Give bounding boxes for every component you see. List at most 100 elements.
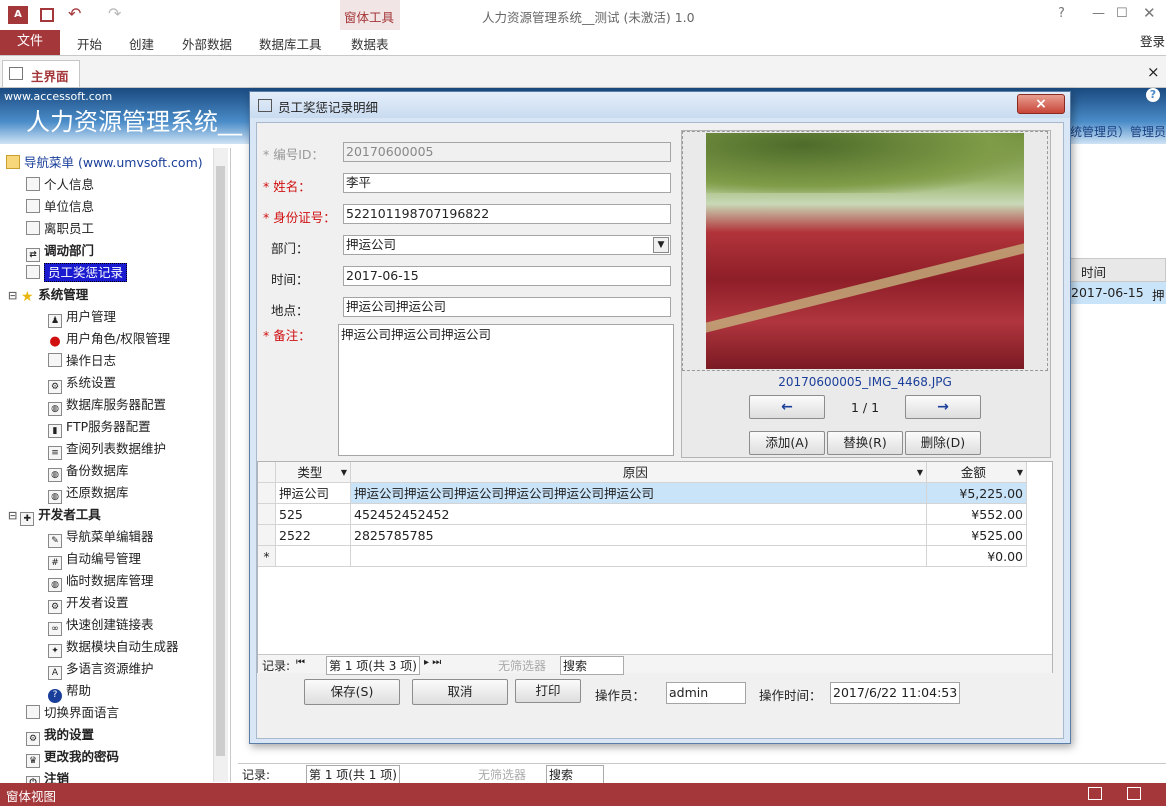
tab-datasheet[interactable]: 数据表 bbox=[351, 34, 389, 53]
close-window-button[interactable]: ✕ bbox=[1143, 4, 1156, 22]
add-image-button[interactable]: 添加(A) bbox=[749, 431, 825, 455]
delete-image-button[interactable]: 删除(D) bbox=[905, 431, 981, 455]
grid-no-filter[interactable]: 无筛选器 bbox=[498, 657, 546, 674]
row-selector[interactable] bbox=[258, 504, 276, 525]
nav-item[interactable]: ◍ 备份数据库 bbox=[48, 461, 129, 482]
tab-external-data[interactable]: 外部数据 bbox=[182, 34, 232, 53]
grid-cell-type[interactable]: 押运公司 bbox=[276, 483, 351, 504]
grid-cell-amount[interactable]: ¥525.00 bbox=[927, 525, 1027, 546]
background-row-selected[interactable]: 2017-06-15 押 bbox=[1070, 282, 1166, 304]
redo-icon[interactable]: ↷ bbox=[108, 4, 121, 23]
login-link[interactable]: 登录 bbox=[1140, 31, 1165, 50]
next-image-button[interactable]: → bbox=[905, 395, 981, 419]
nav-scroll-thumb[interactable] bbox=[216, 166, 225, 756]
place-field[interactable]: 押运公司押运公司 bbox=[343, 297, 671, 317]
grid-cell-reason[interactable]: 2825785785 bbox=[351, 525, 927, 546]
background-no-filter[interactable]: 无筛选器 bbox=[478, 766, 526, 783]
row-selector[interactable] bbox=[258, 483, 276, 504]
nav-item[interactable]: A 多语言资源维护 bbox=[48, 659, 154, 680]
col-header-type[interactable]: 类型 ▼ bbox=[276, 462, 351, 483]
grid-cell-reason[interactable]: 452452452452 bbox=[351, 504, 927, 525]
replace-image-button[interactable]: 替换(R) bbox=[827, 431, 903, 455]
col-header-amount[interactable]: 金额 ▼ bbox=[927, 462, 1027, 483]
grid-search[interactable]: 搜索 bbox=[560, 656, 625, 675]
nav-item[interactable]: ✎ 导航菜单编辑器 bbox=[48, 527, 154, 548]
help-icon[interactable]: ? bbox=[1146, 88, 1160, 102]
cancel-button[interactable]: 取消 bbox=[412, 679, 508, 705]
detail-grid: 类型 ▼ 原因 ▼ 金额 ▼ 押运公司 押运公司押运公司押运公司押运公司押运公司押… bbox=[257, 461, 1053, 675]
nav-item[interactable]: ⇄ 调动部门 bbox=[26, 241, 94, 262]
grid-cell-reason[interactable]: 押运公司押运公司押运公司押运公司押运公司押运公司 bbox=[351, 483, 927, 504]
nav-item[interactable]: 员工奖惩记录 bbox=[26, 263, 128, 283]
grid-cell-amount[interactable]: ¥0.00 bbox=[927, 546, 1027, 567]
minimize-button[interactable]: — bbox=[1092, 6, 1105, 21]
nav-item[interactable]: 切换界面语言 bbox=[26, 703, 119, 723]
layout-view-icon[interactable] bbox=[1127, 787, 1141, 800]
close-document-button[interactable]: × bbox=[1147, 63, 1160, 81]
tab-file[interactable]: 文件 bbox=[0, 30, 60, 55]
dept-dropdown-arrow[interactable]: ▼ bbox=[653, 237, 669, 253]
nav-item[interactable]: # 自动编号管理 bbox=[48, 549, 141, 570]
undo-icon[interactable]: ↶ bbox=[68, 4, 81, 23]
nav-item[interactable]: 个人信息 bbox=[26, 175, 94, 195]
nav-item[interactable]: 单位信息 bbox=[26, 197, 94, 217]
grid-cell-reason[interactable] bbox=[351, 546, 927, 567]
idcard-field[interactable]: 522101198707196822 bbox=[343, 204, 671, 224]
nav-item[interactable]: 离职员工 bbox=[26, 219, 94, 239]
background-record-pos[interactable]: 第 1 项(共 1 项) bbox=[306, 765, 400, 784]
prev-image-button[interactable]: ← bbox=[749, 395, 825, 419]
form-view-icon[interactable] bbox=[1088, 787, 1102, 800]
nav-item[interactable]: 操作日志 bbox=[48, 351, 116, 371]
tab-database-tools[interactable]: 数据库工具 bbox=[259, 34, 322, 53]
grid-cell-amount[interactable]: ¥552.00 bbox=[927, 504, 1027, 525]
time-field[interactable]: 2017-06-15 bbox=[343, 266, 671, 286]
nav-header[interactable]: 导航菜单 (www.umvsoft.com) bbox=[6, 153, 203, 173]
row-selector[interactable]: * bbox=[258, 546, 276, 567]
collapse-toggle-icon[interactable]: ⊟ bbox=[8, 509, 17, 522]
nav-item[interactable]: ⚙ 开发者设置 bbox=[48, 593, 129, 614]
nav-item[interactable]: ∞ 快速创建链接表 bbox=[48, 615, 154, 636]
nav-item[interactable]: ◍ 还原数据库 bbox=[48, 483, 129, 504]
grid-record-pos[interactable]: 第 1 项(共 3 项) bbox=[326, 656, 420, 675]
background-search[interactable]: 搜索 bbox=[546, 765, 605, 784]
col-header-reason[interactable]: 原因 ▼ bbox=[351, 462, 927, 483]
help-button[interactable]: ? bbox=[1058, 6, 1065, 21]
nav-item[interactable]: ◍ 临时数据库管理 bbox=[48, 571, 154, 592]
nav-item[interactable]: ? 帮助 bbox=[48, 681, 91, 703]
nav-item[interactable]: ▮ FTP服务器配置 bbox=[48, 417, 151, 438]
nav-item[interactable]: ✦ 数据模块自动生成器 bbox=[48, 637, 179, 658]
maximize-button[interactable]: ☐ bbox=[1116, 6, 1128, 21]
nav-item[interactable]: ⚙ 系统设置 bbox=[48, 373, 116, 394]
grid-cell-type[interactable] bbox=[276, 546, 351, 567]
tab-home[interactable]: 开始 bbox=[77, 34, 102, 53]
tab-main-form[interactable]: 主界面 bbox=[2, 60, 80, 87]
grid-cell-type[interactable]: 2522 bbox=[276, 525, 351, 546]
user-key-icon: ♛ bbox=[26, 754, 40, 768]
save-button[interactable]: 保存(S) bbox=[304, 679, 400, 705]
nav-item[interactable]: ♟ 用户管理 bbox=[48, 307, 116, 328]
save-icon[interactable] bbox=[40, 8, 54, 22]
print-button[interactable]: 打印 bbox=[515, 679, 581, 703]
nav-item[interactable]: ≡ 查阅列表数据维护 bbox=[48, 439, 166, 460]
nav-item[interactable]: ⚙ 我的设置 bbox=[26, 725, 94, 746]
grid-cell-amount[interactable]: ¥5,225.00 bbox=[927, 483, 1027, 504]
collapse-toggle-icon[interactable]: ⊟ bbox=[8, 289, 17, 302]
nav-item[interactable]: ⊟ ✚ 开发者工具 bbox=[8, 505, 101, 526]
nav-item[interactable]: ♛ 更改我的密码 bbox=[26, 747, 119, 768]
first-record-icon[interactable]: ⏮ bbox=[296, 657, 305, 668]
row-selector[interactable] bbox=[258, 525, 276, 546]
grid-select-all[interactable] bbox=[258, 462, 276, 483]
dialog-close-button[interactable]: × bbox=[1017, 94, 1065, 114]
nav-item[interactable]: ◍ 数据库服务器配置 bbox=[48, 395, 166, 416]
name-field[interactable]: 李平 bbox=[343, 173, 671, 193]
numbering-icon: # bbox=[48, 556, 62, 570]
nav-scrollbar[interactable] bbox=[213, 148, 228, 782]
grid-record-nav: 记录: ⏮ 第 1 项(共 3 项) ▸ ⏭ 无筛选器 搜索 bbox=[258, 654, 1052, 675]
next-record-icon[interactable]: ▸ ⏭ bbox=[424, 657, 441, 668]
tab-create[interactable]: 创建 bbox=[129, 34, 154, 53]
dept-select[interactable]: 押运公司 bbox=[343, 235, 671, 255]
note-field[interactable]: 押运公司押运公司押运公司 bbox=[338, 324, 674, 456]
grid-cell-type[interactable]: 525 bbox=[276, 504, 351, 525]
nav-item[interactable]: ● 用户角色/权限管理 bbox=[48, 329, 170, 349]
nav-item[interactable]: ⊟ ★ 系统管理 bbox=[8, 285, 88, 305]
